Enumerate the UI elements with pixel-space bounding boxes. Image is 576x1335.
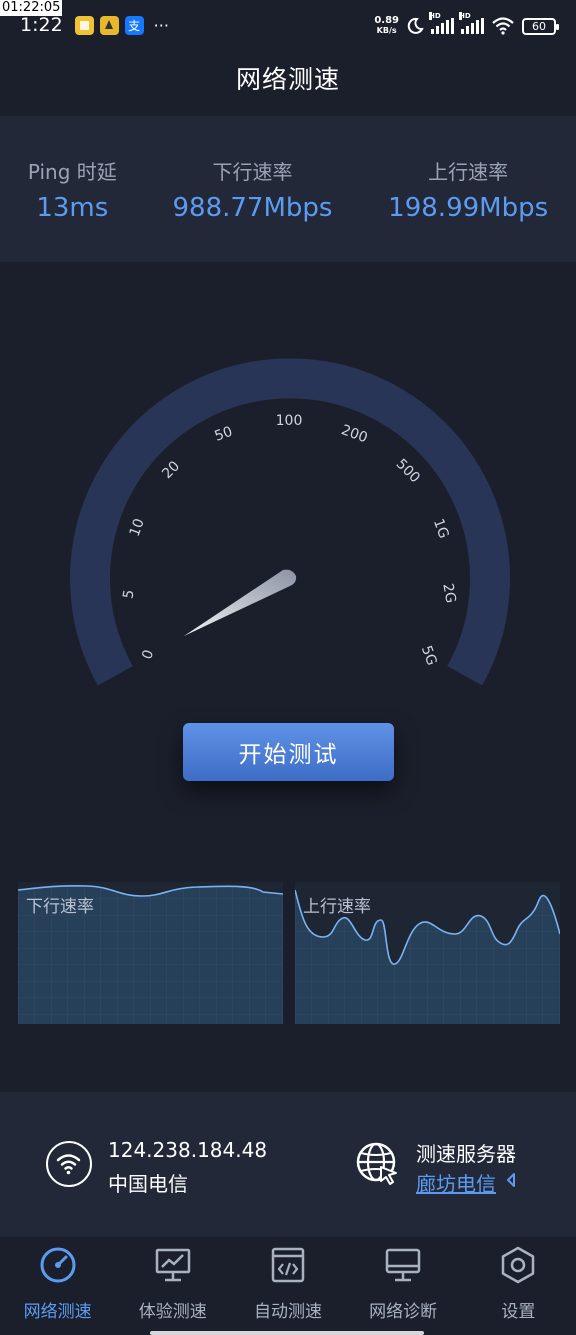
status-left: 1:22 支 ··· bbox=[20, 14, 169, 36]
download-chart: 下行速率 bbox=[18, 882, 283, 1024]
network-speed: 0.89 KB/s bbox=[374, 16, 399, 36]
status-bar: 1:22 支 ··· 0.89 KB/s HD HD 60 bbox=[0, 0, 576, 48]
upload-chart: 上行速率 bbox=[295, 882, 560, 1024]
ping-value: 13ms bbox=[36, 192, 109, 223]
hd-label: HD bbox=[459, 12, 471, 20]
gauge-tick-5g: 5G bbox=[418, 644, 440, 668]
ping-label: Ping 时延 bbox=[27, 159, 117, 184]
wifi-icon bbox=[492, 17, 514, 35]
network-speed-unit: KB/s bbox=[376, 26, 397, 35]
gauge-tick-0: 0 bbox=[139, 648, 157, 662]
tab-label: 网络测速 bbox=[23, 1302, 92, 1322]
overlay-clock: 01:22:05 bbox=[0, 0, 63, 16]
chevron-left-icon[interactable] bbox=[505, 1172, 517, 1188]
stats-panel: Ping 时延 13ms 下行速率 988.77Mbps 上行速率 198.99… bbox=[0, 116, 576, 262]
gauge-needle bbox=[184, 569, 297, 636]
tab-auto-test[interactable]: 自动测速 bbox=[230, 1237, 345, 1335]
gauge-tick-2g: 2G bbox=[439, 582, 458, 604]
globe-cursor-icon bbox=[356, 1142, 397, 1185]
gauge-tick-100: 100 bbox=[276, 413, 303, 429]
home-indicator[interactable] bbox=[150, 1331, 424, 1335]
isp-name: 中国电信 bbox=[108, 1172, 188, 1196]
page-title: 网络测速 bbox=[235, 65, 340, 94]
gauge-tick-10: 10 bbox=[127, 517, 148, 539]
start-test-button[interactable]: 开始测试 bbox=[183, 723, 394, 781]
sail-icon bbox=[99, 15, 119, 35]
signal-icon: HD bbox=[429, 12, 454, 34]
download-stat: 下行速率 988.77Mbps bbox=[172, 156, 332, 223]
bottom-tab-bar: 网络测速 体验测速 自动测速 网络诊断 设置 bbox=[0, 1237, 576, 1335]
moon-icon bbox=[407, 17, 424, 34]
tab-experience-test[interactable]: 体验测速 bbox=[115, 1237, 230, 1335]
gauge-tick-50: 50 bbox=[213, 424, 235, 445]
tab-label: 自动测速 bbox=[253, 1302, 322, 1322]
upload-value: 198.99Mbps bbox=[388, 192, 549, 223]
tab-network-diagnosis[interactable]: 网络诊断 bbox=[346, 1237, 461, 1335]
hd-label: HD bbox=[429, 12, 441, 20]
upload-stat: 上行速率 198.99Mbps bbox=[388, 156, 548, 223]
network-speed-value: 0.89 bbox=[374, 15, 399, 26]
wifi-status-icon bbox=[46, 1141, 92, 1187]
speed-gauge: 0 5 10 20 50 100 200 500 1G 2G 5G bbox=[70, 358, 510, 686]
gauge-tick-20: 20 bbox=[159, 458, 183, 482]
server-name-link[interactable]: 廊坊电信 bbox=[416, 1168, 496, 1197]
download-chart-label: 下行速率 bbox=[26, 897, 94, 917]
network-info-panel: 124.238.184.48 中国电信 测速服务器 廊坊电信 bbox=[0, 1092, 576, 1237]
tab-speed-test[interactable]: 网络测速 bbox=[0, 1237, 115, 1335]
upload-chart-label: 上行速率 bbox=[303, 897, 371, 917]
alipay-icon: 支 bbox=[124, 15, 144, 35]
signal-icon: HD bbox=[459, 12, 484, 34]
ping-stat: Ping 时延 13ms bbox=[28, 156, 117, 223]
notes-icon bbox=[74, 15, 94, 35]
more-notifications-icon: ··· bbox=[153, 15, 169, 35]
gauge-tick-200: 200 bbox=[339, 422, 370, 446]
gauge-tick-5: 5 bbox=[120, 589, 137, 601]
download-value: 988.77Mbps bbox=[172, 192, 333, 223]
settings-hexagon-icon bbox=[498, 1245, 538, 1285]
tab-settings[interactable]: 设置 bbox=[461, 1237, 576, 1335]
ip-address: 124.238.184.48 bbox=[108, 1138, 268, 1162]
battery-icon: 60 bbox=[522, 17, 559, 35]
download-label: 下行速率 bbox=[212, 159, 293, 184]
desktop-icon bbox=[383, 1245, 423, 1285]
status-time: 1:22 bbox=[20, 14, 63, 36]
code-window-icon bbox=[268, 1245, 308, 1285]
upload-label: 上行速率 bbox=[428, 159, 509, 184]
server-title: 测速服务器 bbox=[416, 1142, 516, 1166]
gauge-tick-500: 500 bbox=[393, 456, 423, 486]
tab-label: 设置 bbox=[501, 1302, 536, 1322]
status-right: 0.89 KB/s HD HD 60 bbox=[374, 12, 559, 36]
tab-label: 体验测速 bbox=[138, 1302, 207, 1322]
tab-label: 网络诊断 bbox=[369, 1302, 438, 1322]
gauge-tick-1g: 1G bbox=[430, 517, 452, 541]
monitor-chart-icon bbox=[153, 1245, 193, 1285]
speedometer-icon bbox=[38, 1245, 78, 1285]
